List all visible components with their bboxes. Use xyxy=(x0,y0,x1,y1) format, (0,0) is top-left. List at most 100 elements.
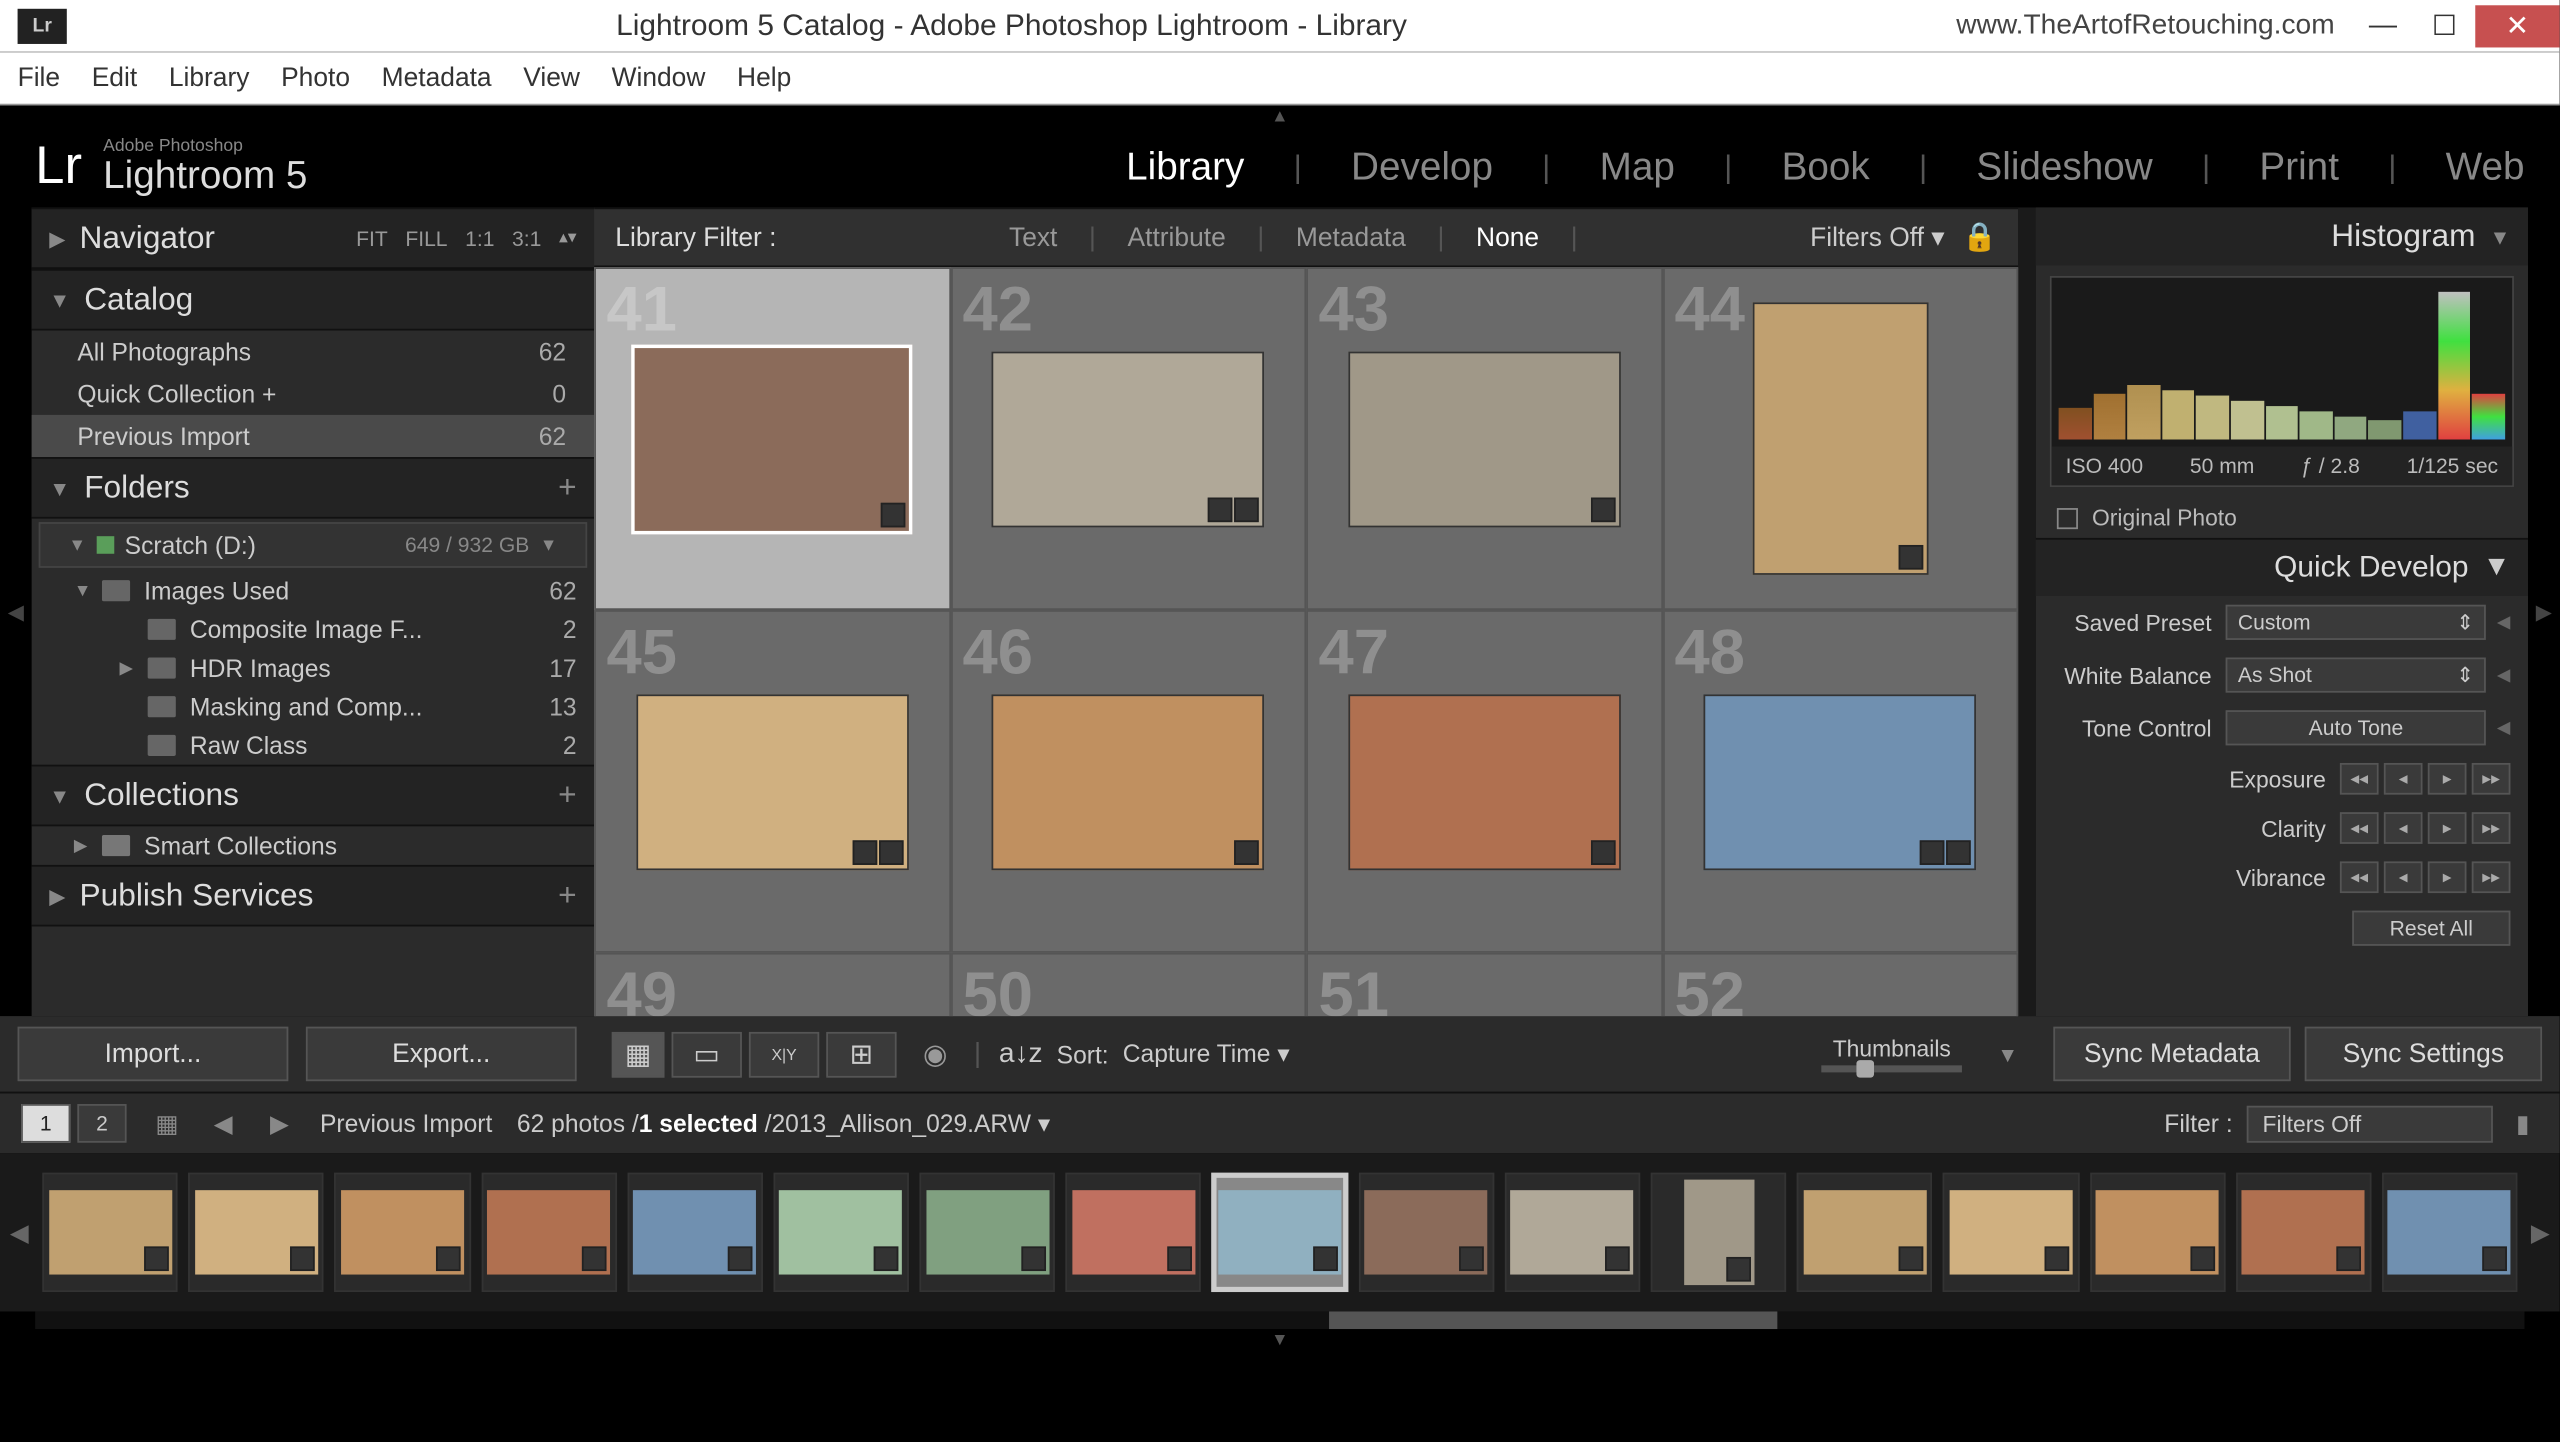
thumbnail-badge[interactable] xyxy=(1920,839,1971,864)
publish-header[interactable]: ▶ Publish Services + xyxy=(32,865,595,927)
source-label[interactable]: Previous Import xyxy=(320,1109,492,1137)
thumbnail-badge[interactable] xyxy=(1208,497,1259,522)
clarity-stepper[interactable]: ◂◂◂▸▸▸ xyxy=(2340,812,2511,844)
menu-view[interactable]: View xyxy=(523,63,580,93)
filmstrip-cell[interactable] xyxy=(1943,1173,2079,1293)
module-slideshow[interactable]: Slideshow xyxy=(1976,144,2152,190)
grid-cell[interactable]: 45 xyxy=(594,610,950,953)
module-library[interactable]: Library xyxy=(1126,144,1244,190)
grid-cell[interactable]: 50 xyxy=(950,953,1306,1016)
filter-none[interactable]: None xyxy=(1476,222,1539,252)
volume-menu-icon[interactable]: ▼ xyxy=(540,535,557,554)
top-panel-toggle[interactable]: ▲ xyxy=(0,105,2560,126)
menu-help[interactable]: Help xyxy=(737,63,791,93)
filmstrip-cell[interactable] xyxy=(1212,1173,1348,1293)
filters-off-dropdown[interactable]: Filters Off ▾ xyxy=(1810,222,1944,254)
selection-info[interactable]: 62 photos /1 selected /2013_Allison_029.… xyxy=(517,1108,1050,1138)
thumbnail-grid[interactable]: 414243444546474849505152 xyxy=(594,267,2018,1016)
grid-cell[interactable]: 47 xyxy=(1306,610,1662,953)
grid-cell[interactable]: 44 xyxy=(1662,267,2018,610)
filmstrip-cell[interactable]: ••• xyxy=(919,1173,1055,1293)
grid-view-button[interactable]: ▦ xyxy=(612,1031,665,1077)
filmstrip-cell[interactable]: ••• xyxy=(773,1173,909,1293)
sort-direction-icon[interactable]: a↓z xyxy=(999,1038,1043,1070)
minimize-button[interactable]: — xyxy=(2352,4,2414,46)
expand-icon[interactable]: ◀ xyxy=(2497,665,2511,684)
expand-icon[interactable]: ◀ xyxy=(2497,718,2511,737)
grid-icon[interactable]: ▦ xyxy=(151,1108,183,1140)
module-book[interactable]: Book xyxy=(1782,144,1870,190)
module-print[interactable]: Print xyxy=(2259,144,2339,190)
filmstrip-cell[interactable] xyxy=(2236,1173,2372,1293)
folder-raw-class[interactable]: Raw Class 2 xyxy=(32,726,595,765)
forward-icon[interactable]: ▶ xyxy=(264,1108,296,1140)
compare-view-button[interactable]: X|Y xyxy=(749,1031,819,1077)
grid-cell[interactable]: 51 xyxy=(1306,953,1662,1016)
grid-cell[interactable]: 43 xyxy=(1306,267,1662,610)
folders-header[interactable]: ▼ Folders + xyxy=(32,457,595,519)
right-panel-toggle[interactable]: ▶ xyxy=(2528,207,2560,1016)
grid-cell[interactable]: 52 xyxy=(1662,953,2018,1016)
thumbnail-image[interactable] xyxy=(1704,694,1976,870)
folder-images-used[interactable]: ▼ Images Used 62 xyxy=(32,571,595,610)
folder-masking[interactable]: Masking and Comp... 13 xyxy=(32,687,595,726)
thumbnail-image[interactable] xyxy=(992,351,1264,527)
back-icon[interactable]: ◀ xyxy=(207,1108,239,1140)
thumbnail-image[interactable] xyxy=(1348,694,1620,870)
import-button[interactable]: Import... xyxy=(18,1027,289,1081)
menu-library[interactable]: Library xyxy=(169,63,250,93)
grid-cell[interactable]: 48 xyxy=(1662,610,2018,953)
smart-collections[interactable]: ▶ Smart Collections xyxy=(32,826,595,865)
thumbnail-image[interactable] xyxy=(632,344,913,534)
filmstrip-cell[interactable]: ••• xyxy=(42,1173,178,1293)
filter-switch-icon[interactable]: ▮ xyxy=(2507,1108,2539,1140)
add-publish-icon[interactable]: + xyxy=(558,877,576,914)
add-collection-icon[interactable]: + xyxy=(558,777,576,814)
bottom-panel-toggle[interactable]: ▼ xyxy=(0,1329,2560,1350)
thumbnail-size-slider[interactable]: Thumbnails xyxy=(1821,1035,1962,1072)
thumbnail-badge[interactable] xyxy=(881,502,906,527)
filmstrip-cell[interactable] xyxy=(1358,1173,1494,1293)
thumbnail-image[interactable] xyxy=(992,694,1264,870)
nav-fill[interactable]: FILL xyxy=(405,226,447,251)
survey-view-button[interactable]: ⊞ xyxy=(826,1031,896,1077)
auto-tone-button[interactable]: Auto Tone xyxy=(2226,710,2487,745)
sync-metadata-button[interactable]: Sync Metadata xyxy=(2053,1027,2290,1081)
filmstrip-cell[interactable]: ••• xyxy=(1066,1173,1202,1293)
grid-cell[interactable]: 42 xyxy=(950,267,1306,610)
histogram-graph[interactable] xyxy=(2052,278,2513,447)
menu-edit[interactable]: Edit xyxy=(92,63,137,93)
vibrance-stepper[interactable]: ◂◂◂▸▸▸ xyxy=(2340,861,2511,893)
filmstrip-cell[interactable] xyxy=(2089,1173,2225,1293)
close-button[interactable]: ✕ xyxy=(2475,4,2559,46)
identity-plate[interactable]: Lr Adobe Photoshop Lightroom 5 xyxy=(35,137,307,197)
thumbnail-badge[interactable] xyxy=(852,839,903,864)
filmstrip-right-arrow[interactable]: ▶ xyxy=(2528,1217,2553,1247)
monitor-2-button[interactable]: 2 xyxy=(77,1104,126,1143)
left-panel-toggle[interactable]: ◀ xyxy=(0,207,32,1016)
wb-dropdown[interactable]: As Shot⇕ xyxy=(2226,657,2487,692)
add-folder-icon[interactable]: + xyxy=(558,469,576,506)
original-photo-checkbox[interactable] xyxy=(2057,507,2078,528)
filmstrip-cell[interactable]: ••• xyxy=(627,1173,763,1293)
export-button[interactable]: Export... xyxy=(306,1027,577,1081)
collections-header[interactable]: ▼ Collections + xyxy=(32,765,595,827)
nav-3to1[interactable]: 3:1 xyxy=(512,226,541,251)
filmstrip-cell[interactable]: ••• xyxy=(481,1173,617,1293)
preset-dropdown[interactable]: Custom⇕ xyxy=(2226,605,2487,640)
filmstrip-scrollbar[interactable] xyxy=(35,1311,2524,1329)
filmstrip-cell[interactable]: ••• xyxy=(188,1173,324,1293)
thumbnail-badge[interactable] xyxy=(1591,497,1616,522)
nav-fit[interactable]: FIT xyxy=(356,226,388,251)
grid-scrollbar[interactable] xyxy=(2018,207,2036,1016)
nav-zoom-stepper[interactable]: ▴▾ xyxy=(559,229,577,248)
navigator-header[interactable]: ▶ Navigator FIT FILL 1:1 3:1 ▴▾ xyxy=(32,207,595,269)
filter-dropdown[interactable]: Filters Off xyxy=(2247,1105,2493,1142)
filmstrip-cell[interactable] xyxy=(1505,1173,1641,1293)
histogram-header[interactable]: Histogram ▼ xyxy=(2036,207,2528,265)
filmstrip-cell[interactable]: ••• xyxy=(335,1173,471,1293)
module-web[interactable]: Web xyxy=(2446,144,2525,190)
catalog-quick-collection[interactable]: Quick Collection + 0 xyxy=(32,373,595,415)
reset-all-button[interactable]: Reset All xyxy=(2352,911,2510,946)
module-map[interactable]: Map xyxy=(1600,144,1675,190)
